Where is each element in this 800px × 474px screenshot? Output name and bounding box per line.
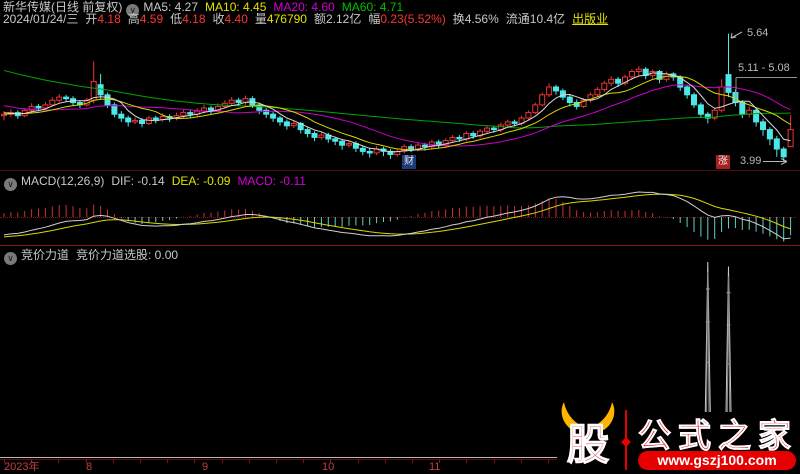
axis-tick (249, 459, 250, 463)
amount-value: 2.12亿 (326, 12, 361, 26)
high-value: 4.59 (140, 12, 163, 26)
axis-tick (358, 459, 359, 463)
volume-label: 量 (255, 12, 267, 26)
industry-link[interactable]: 出版业 (572, 12, 608, 26)
axis-tick (466, 459, 467, 463)
axis-tick (412, 459, 413, 463)
turnover-label: 换 (453, 12, 465, 26)
axis-red-line (0, 459, 557, 460)
axis-tick (385, 459, 386, 463)
amount-label: 额 (314, 12, 326, 26)
candlestick-panel (0, 25, 800, 171)
open-value: 4.18 (97, 12, 120, 26)
high-label: 高 (128, 12, 140, 26)
macd-panel (0, 171, 800, 245)
close-label: 收 (213, 12, 225, 26)
range-label: 幅 (368, 12, 380, 26)
turnover-value: 4.56% (465, 12, 499, 26)
axis-tick (548, 459, 549, 463)
axis-tick (303, 459, 304, 463)
axis-tick (194, 459, 195, 463)
close-value: 4.40 (225, 12, 248, 26)
logo-url[interactable]: www.gszj100.com (656, 452, 776, 468)
axis-tick (494, 459, 495, 463)
range-value: 0.23(5.52%) (380, 12, 445, 26)
watermark-cai-badge: 财 (402, 155, 416, 169)
axis-month-label: 9 (202, 462, 208, 473)
annotation-high-price: 5.64 (747, 27, 768, 39)
axis-tick (140, 459, 141, 463)
logo-gu-character: 股 (567, 421, 609, 468)
open-label: 开 (85, 12, 97, 26)
axis-year-label: 2023年 (4, 462, 39, 473)
annotation-gap-range: 5.11 - 5.08 (738, 62, 790, 74)
axis-tick (222, 459, 223, 463)
site-logo: 股 公式之家 www.gszj100.com (552, 396, 800, 474)
axis-tick (167, 459, 168, 463)
watermark-zhang-badge: 涨 (716, 155, 730, 169)
axis-tick (113, 459, 114, 463)
logo-site-name: 公式之家 (638, 417, 798, 454)
axis-tick (58, 459, 59, 463)
axis-month-label: 8 (86, 462, 92, 473)
volume-value: 476790 (267, 12, 307, 26)
axis-month-label: 11 (429, 462, 440, 473)
float-label: 流通 (506, 12, 530, 26)
float-value: 10.4亿 (530, 12, 565, 26)
stock-chart-window: 新华传媒(日线 前复权)∨MA5: 4.27MA10: 4.45MA20: 4.… (0, 0, 800, 474)
axis-top-line (0, 457, 557, 458)
date-value: 2024/01/24/三 (3, 12, 78, 26)
axis-tick (276, 459, 277, 463)
axis-month-label: 10 (322, 462, 334, 473)
low-label: 低 (170, 12, 182, 26)
annotation-low-price: 3.99 (740, 155, 761, 167)
low-value: 4.18 (182, 12, 205, 26)
logo-diamond-icon (621, 437, 631, 447)
axis-tick (521, 459, 522, 463)
